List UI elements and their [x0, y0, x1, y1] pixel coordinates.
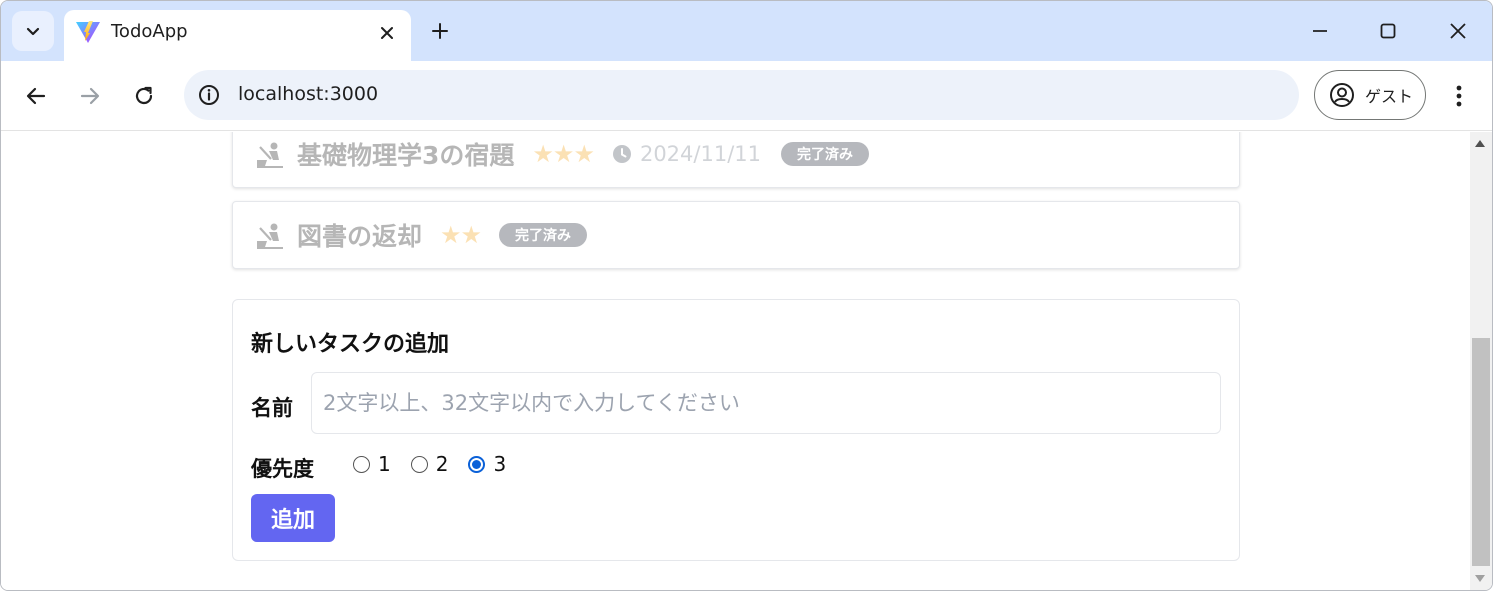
tab-close-button[interactable]	[374, 20, 400, 46]
new-tab-button[interactable]	[426, 17, 454, 45]
task-card[interactable]: 図書の返却 ★★ 完了済み	[232, 201, 1240, 269]
plus-icon	[432, 23, 448, 39]
priority-option-2[interactable]: 2	[410, 452, 449, 476]
vite-logo-icon	[76, 21, 100, 43]
due-date: 2024/11/11	[612, 142, 761, 166]
address-bar[interactable]: localhost:3000	[184, 70, 1299, 120]
profile-button[interactable]: ゲスト	[1314, 70, 1426, 120]
tab-title: TodoApp	[111, 21, 188, 42]
page-content: 基礎物理学3の宿題 ★★★ 2024/11/11 完了済み 図書の返却 ★★ 完…	[1, 132, 1470, 590]
priority-radio-1[interactable]	[353, 455, 370, 473]
account-icon	[1330, 83, 1354, 107]
close-icon	[381, 27, 393, 39]
back-button[interactable]	[18, 78, 54, 114]
add-task-button[interactable]: 追加	[251, 494, 335, 542]
task-content: 図書の返却 ★★ 完了済み	[255, 202, 588, 268]
task-card[interactable]: 基礎物理学3の宿題 ★★★ 2024/11/11 完了済み	[232, 132, 1240, 188]
arrow-right-icon	[80, 87, 100, 105]
close-icon	[1450, 23, 1466, 39]
priority-stars: ★★	[440, 221, 482, 249]
task-name-input[interactable]	[311, 372, 1221, 434]
due-date-text: 2024/11/11	[639, 142, 761, 166]
maximize-button[interactable]	[1368, 13, 1408, 49]
task-content: 基礎物理学3の宿題 ★★★ 2024/11/11 完了済み	[255, 132, 869, 187]
task-name: 基礎物理学3の宿題	[297, 141, 515, 170]
tab-strip: TodoApp	[1, 1, 1492, 62]
priority-option-1[interactable]: 1	[353, 452, 391, 476]
scrollbar-thumb[interactable]	[1472, 338, 1490, 566]
tab-search-button[interactable]	[12, 11, 54, 51]
add-task-form: 新しいタスクの追加 名前 優先度 1 2 3 追加	[232, 299, 1240, 561]
tab-todoapp[interactable]: TodoApp	[64, 10, 411, 62]
task-name: 図書の返却	[297, 222, 423, 251]
status-badge: 完了済み	[781, 142, 869, 166]
priority-option-label: 1	[378, 452, 391, 476]
priority-stars: ★★★	[532, 140, 595, 168]
close-window-button[interactable]	[1438, 13, 1478, 49]
priority-radio-2[interactable]	[410, 455, 428, 473]
more-vertical-icon	[1456, 85, 1462, 107]
chevron-down-icon	[26, 27, 40, 36]
priority-radio-3[interactable]	[468, 455, 486, 473]
status-badge: 完了済み	[499, 223, 588, 247]
priority-label: 優先度	[251, 457, 314, 481]
maximize-icon	[1380, 23, 1396, 39]
browser-window: TodoApp localhost:3000 ゲスト 基礎物理学3の宿題 ★★★…	[0, 0, 1493, 591]
vertical-scrollbar[interactable]	[1470, 132, 1492, 590]
browser-toolbar: localhost:3000 ゲスト	[1, 61, 1492, 131]
forward-button[interactable]	[72, 78, 108, 114]
reload-button[interactable]	[126, 78, 162, 114]
name-label: 名前	[251, 396, 293, 420]
scroll-down-arrow-icon[interactable]	[1475, 575, 1485, 582]
person-digging-icon	[257, 223, 283, 249]
browser-menu-button[interactable]	[1444, 78, 1474, 114]
scroll-up-arrow-icon[interactable]	[1475, 140, 1485, 147]
minimize-icon	[1313, 30, 1327, 32]
priority-option-label: 3	[493, 452, 507, 476]
reload-icon	[135, 86, 153, 105]
priority-radio-group: 1 2 3	[353, 452, 526, 476]
priority-option-3[interactable]: 3	[468, 452, 506, 476]
url-text: localhost:3000	[238, 83, 379, 105]
minimize-button[interactable]	[1300, 13, 1340, 49]
arrow-left-icon	[26, 87, 46, 105]
profile-label: ゲスト	[1365, 87, 1414, 106]
priority-option-label: 2	[435, 452, 449, 476]
info-icon[interactable]	[197, 83, 221, 107]
clock-icon	[612, 145, 631, 163]
form-title: 新しいタスクの追加	[251, 332, 450, 357]
person-digging-icon	[257, 142, 283, 168]
